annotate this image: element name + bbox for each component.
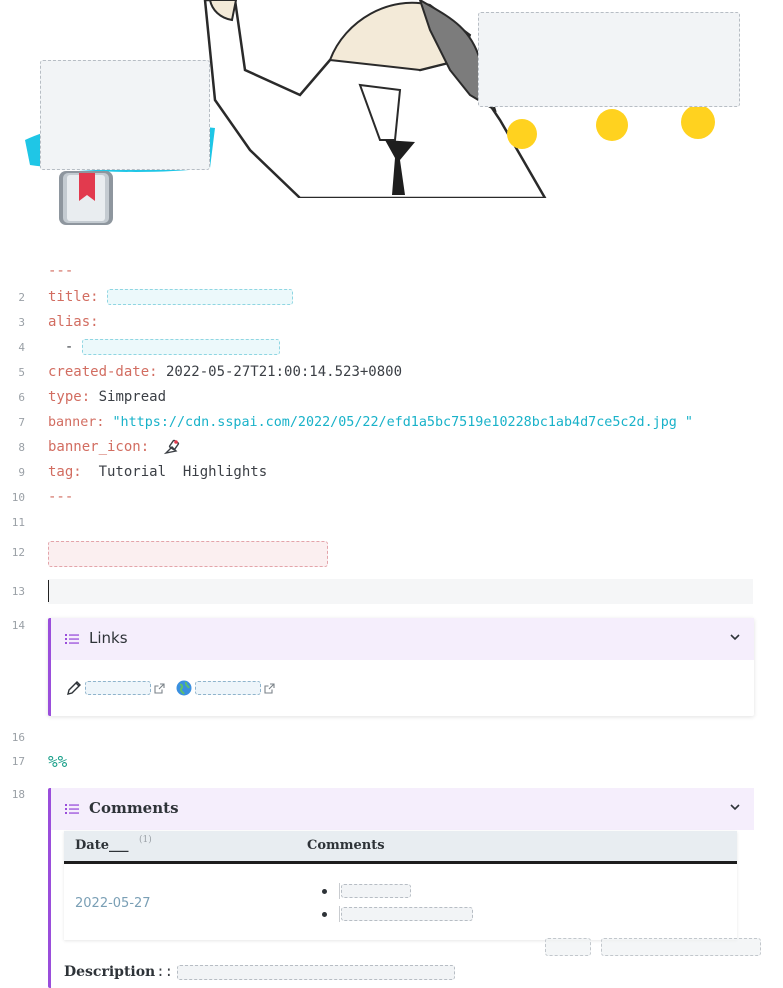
created-date-key: created-date: xyxy=(48,364,158,380)
tag-value: Tutorial Highlights xyxy=(81,464,268,480)
table-cell-date: 2022-05-27 xyxy=(75,896,151,911)
internal-link-text[interactable] xyxy=(85,681,151,695)
list-icon xyxy=(65,634,79,644)
external-link-text[interactable] xyxy=(195,681,261,695)
pushpin-icon xyxy=(163,439,180,455)
line-number: 2 xyxy=(18,291,25,304)
type-line: 6 type: Simpread xyxy=(0,385,783,410)
line-number: 6 xyxy=(18,391,25,404)
watermark-author xyxy=(601,938,761,956)
line-number: 13 xyxy=(11,585,25,598)
empty-line: 11 xyxy=(0,510,783,535)
table-cell-comment xyxy=(341,907,473,921)
table-header: Date___ (1) Comments xyxy=(64,831,737,864)
links-callout-body xyxy=(51,660,754,716)
line-number: 11 xyxy=(11,516,25,529)
chevron-down-icon[interactable] xyxy=(728,630,742,644)
external-link-icon xyxy=(154,682,165,694)
table-row: 2022-05-27 xyxy=(64,864,737,940)
frontmatter-open-line: --- xyxy=(0,259,783,284)
alias-line: 3 alias: xyxy=(0,310,783,335)
external-link[interactable] xyxy=(175,679,275,697)
line-number: 8 xyxy=(18,441,25,454)
links-callout: Links xyxy=(48,618,754,716)
banner-title-left xyxy=(40,60,210,170)
frontmatter-close-line: 10 --- xyxy=(0,485,783,510)
banner-value: "https://cdn.sspai.com/2022/05/22/efd1a5… xyxy=(104,415,693,430)
watermark-site xyxy=(545,938,591,956)
line-number: 4 xyxy=(18,341,25,354)
comments-callout-header[interactable]: Comments xyxy=(51,788,754,830)
line-number: 14 xyxy=(11,619,25,632)
line-number: 17 xyxy=(11,755,25,768)
chevron-down-icon[interactable] xyxy=(728,800,742,814)
bullet xyxy=(322,912,327,917)
heading-line: 12 xyxy=(0,533,783,573)
watermark xyxy=(545,938,761,956)
banner-line: 7 banner: "https://cdn.sspai.com/2022/05… xyxy=(0,410,783,435)
table-cell-comment xyxy=(341,884,411,898)
text-cursor xyxy=(48,580,49,602)
line-number: 10 xyxy=(11,491,25,504)
list-icon xyxy=(65,804,79,814)
description-field: Description :: xyxy=(64,964,456,980)
pencil-icon xyxy=(67,681,81,695)
type-key: type: xyxy=(48,389,91,405)
description-label: Description xyxy=(64,964,156,980)
banner-image xyxy=(0,0,783,198)
banner-icon-line: 8 banner_icon: xyxy=(0,435,783,460)
comments-callout: Comments Date___ (1) Comments 2022-05-27… xyxy=(48,788,754,988)
title-value xyxy=(107,289,294,305)
frontmatter-open: --- xyxy=(48,263,74,279)
type-value: Simpread xyxy=(90,389,167,405)
table-header-date[interactable]: Date___ xyxy=(75,838,128,853)
comments-callout-title: Comments xyxy=(89,799,179,817)
line-number: 9 xyxy=(18,466,25,479)
table-header-comments[interactable]: Comments xyxy=(307,838,385,853)
empty-line: 16 xyxy=(0,725,783,750)
frontmatter-close: --- xyxy=(48,489,74,505)
banner-key: banner: xyxy=(48,415,105,430)
active-editor-line[interactable] xyxy=(48,579,753,604)
tag-line: 9 tag: Tutorial Highlights xyxy=(0,460,783,485)
created-date-line: 5 created-date: 2022-05-27T21:00:14.523+… xyxy=(0,360,783,385)
globe-icon xyxy=(176,680,192,696)
banner-icon-key: banner_icon: xyxy=(48,439,150,455)
alias-value xyxy=(81,339,280,355)
links-callout-title: Links xyxy=(89,629,128,647)
description-separator: :: xyxy=(156,964,174,980)
created-date-value: 2022-05-27T21:00:14.523+0800 xyxy=(157,364,403,380)
tag-key: tag: xyxy=(48,464,82,480)
bullet xyxy=(322,889,327,894)
percent-line: 17 xyxy=(0,749,783,774)
comment-marker: %% xyxy=(48,752,68,771)
line-number: 18 xyxy=(11,788,25,801)
banner-title-right xyxy=(478,12,740,107)
title-line: 2 title: xyxy=(0,285,783,310)
title-key: title: xyxy=(48,289,99,305)
external-link-icon xyxy=(264,682,275,694)
book-bookmark-icon xyxy=(59,171,113,225)
comments-table: Date___ (1) Comments 2022-05-27 xyxy=(64,831,737,940)
description-value xyxy=(177,964,456,980)
indent-guide xyxy=(339,883,340,899)
page-heading xyxy=(48,541,328,567)
internal-link[interactable] xyxy=(65,679,165,697)
line-number: 7 xyxy=(18,416,25,429)
alias-item-line: 4 - xyxy=(0,335,783,360)
line-number: 3 xyxy=(18,316,25,329)
indent-guide xyxy=(339,906,340,922)
alias-dash: - xyxy=(48,339,82,355)
footnote-marker[interactable]: (1) xyxy=(139,835,152,845)
links-callout-header[interactable]: Links xyxy=(51,618,754,660)
line-number: 5 xyxy=(18,366,25,379)
line-number: 16 xyxy=(11,731,25,744)
line-number: 12 xyxy=(11,546,25,559)
alias-key: alias: xyxy=(48,314,99,330)
